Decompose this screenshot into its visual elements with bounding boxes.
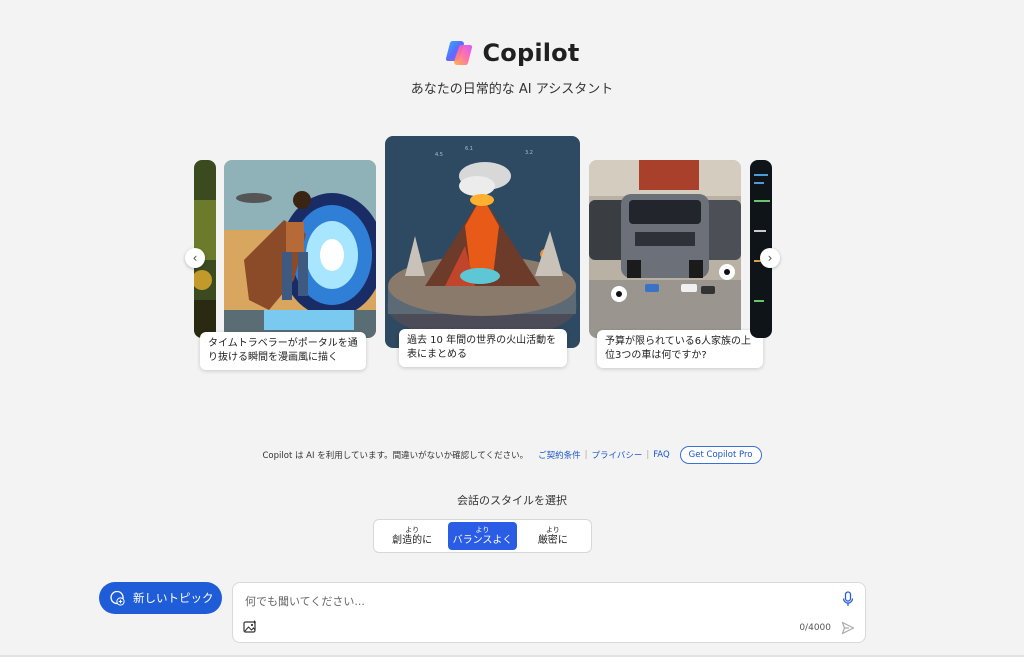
suv-image: [589, 160, 741, 338]
brand-name: Copilot: [482, 39, 580, 67]
card-caption: タイムトラベラーがポータルを通り抜ける瞬間を漫画風に描く: [200, 332, 366, 370]
divider: |: [584, 450, 588, 460]
image-upload-icon[interactable]: [243, 620, 257, 634]
subtitle: あなたの日常的な AI アシスタント: [410, 82, 614, 97]
chevron-right-icon: ›: [767, 251, 773, 265]
card-caption: 過去 10 年間の世界の火山活動を表にまとめる: [399, 329, 567, 367]
volcano-image: 4.5 6.1 3.2: [385, 136, 580, 348]
style-option-label: 創造的に: [392, 534, 433, 546]
conversation-style-selector: より 創造的に より バランスよく より 厳密に: [373, 519, 592, 553]
copilot-logo-icon: [446, 41, 473, 65]
carousel-next-button[interactable]: ›: [760, 248, 780, 268]
svg-text:6.1: 6.1: [465, 146, 473, 152]
new-topic-button[interactable]: 新しいトピック: [99, 582, 222, 614]
suggestion-carousel: タイムトラベラーがポータルを通り抜ける瞬間を漫画風に描く 4.5 6.1 3.2: [184, 136, 780, 376]
style-creative-button[interactable]: より 創造的に: [378, 522, 446, 550]
style-option-prefix: より: [405, 525, 420, 534]
microphone-icon[interactable]: [841, 591, 855, 607]
divider: |: [646, 450, 650, 460]
card-caption: 予算が限られている6人家族の上位3つの車は何ですか?: [597, 330, 763, 368]
disclaimer: Copilot は AI を利用しています。間違いがないか確認してください。 ご…: [0, 446, 1024, 464]
get-copilot-pro-button[interactable]: Get Copilot Pro: [679, 446, 762, 464]
style-option-prefix: より: [545, 525, 560, 534]
character-counter: 0/4000: [799, 623, 831, 633]
comic-time-traveler-image: [224, 160, 376, 338]
chat-input-box: 0/4000: [232, 582, 866, 643]
style-precise-button[interactable]: より 厳密に: [519, 522, 587, 550]
disclaimer-text: Copilot は AI を利用しています。間違いがないか確認してください。: [262, 451, 529, 461]
carousel-prev-button[interactable]: ‹: [185, 248, 205, 268]
svg-text:4.5: 4.5: [435, 152, 443, 158]
new-topic-label: 新しいトピック: [133, 591, 214, 605]
brand: Copilot: [0, 38, 1024, 68]
chat-plus-icon: [110, 590, 125, 606]
send-icon[interactable]: [841, 621, 855, 635]
style-option-label: バランスよく: [452, 534, 513, 546]
style-selector-title: 会話のスタイルを選択: [457, 494, 567, 507]
svg-text:3.2: 3.2: [525, 150, 533, 156]
privacy-link[interactable]: プライバシー: [591, 449, 642, 461]
style-option-label: 厳密に: [537, 534, 568, 546]
faq-link[interactable]: FAQ: [653, 450, 669, 460]
terms-link[interactable]: ご契約条件: [538, 449, 581, 461]
chat-input[interactable]: [243, 591, 827, 611]
chevron-left-icon: ‹: [192, 251, 198, 265]
style-balanced-button[interactable]: より バランスよく: [448, 522, 517, 550]
style-option-prefix: より: [475, 525, 490, 534]
